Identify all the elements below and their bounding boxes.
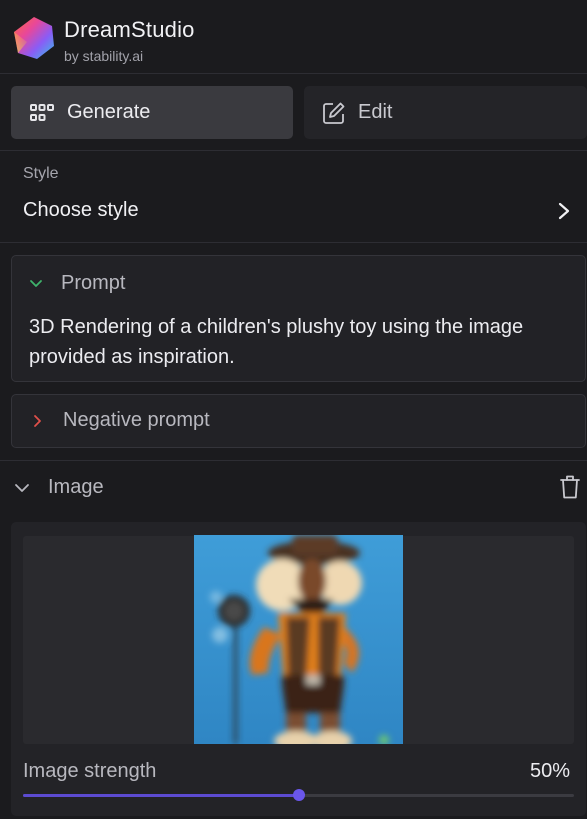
dreamstudio-logo: [14, 17, 54, 59]
uploaded-image[interactable]: [194, 535, 403, 744]
app-header: DreamStudio by stability.ai: [0, 0, 587, 74]
negative-prompt-label: Negative prompt: [63, 409, 210, 431]
edit-icon: [322, 101, 346, 125]
app-subtitle: by stability.ai: [64, 48, 144, 64]
style-value: Choose style: [23, 199, 139, 221]
prompt-input[interactable]: 3D Rendering of a children's plushy toy …: [29, 312, 569, 372]
chevron-down-icon[interactable]: [29, 277, 43, 291]
grid-icon: [29, 103, 55, 123]
tab-edit[interactable]: Edit: [304, 86, 587, 139]
negative-prompt-panel[interactable]: Negative prompt: [11, 394, 586, 448]
dreamstudio-panel: DreamStudio by stability.ai Generate Edi…: [0, 0, 587, 819]
tab-edit-label: Edit: [358, 101, 393, 123]
divider: [0, 150, 587, 151]
divider: [0, 242, 587, 243]
image-strength-label: Image strength: [23, 760, 157, 782]
slider-fill: [23, 794, 299, 797]
prompt-label[interactable]: Prompt: [61, 272, 125, 295]
slider-handle[interactable]: [293, 789, 305, 801]
chevron-right-icon: [34, 415, 41, 427]
tab-generate[interactable]: Generate: [11, 86, 293, 139]
image-strength-slider[interactable]: [23, 789, 574, 801]
image-strength-value: 50%: [530, 760, 571, 782]
image-section-label[interactable]: Image: [48, 476, 104, 499]
chevron-down-icon[interactable]: [14, 480, 30, 496]
trash-icon[interactable]: [559, 474, 581, 500]
app-title: DreamStudio: [64, 17, 195, 42]
chevron-right-icon: [558, 202, 570, 220]
tab-generate-label: Generate: [67, 101, 151, 123]
divider: [0, 460, 587, 461]
prompt-panel: Prompt 3D Rendering of a children's plus…: [11, 255, 586, 382]
style-caption: Style: [23, 165, 59, 182]
